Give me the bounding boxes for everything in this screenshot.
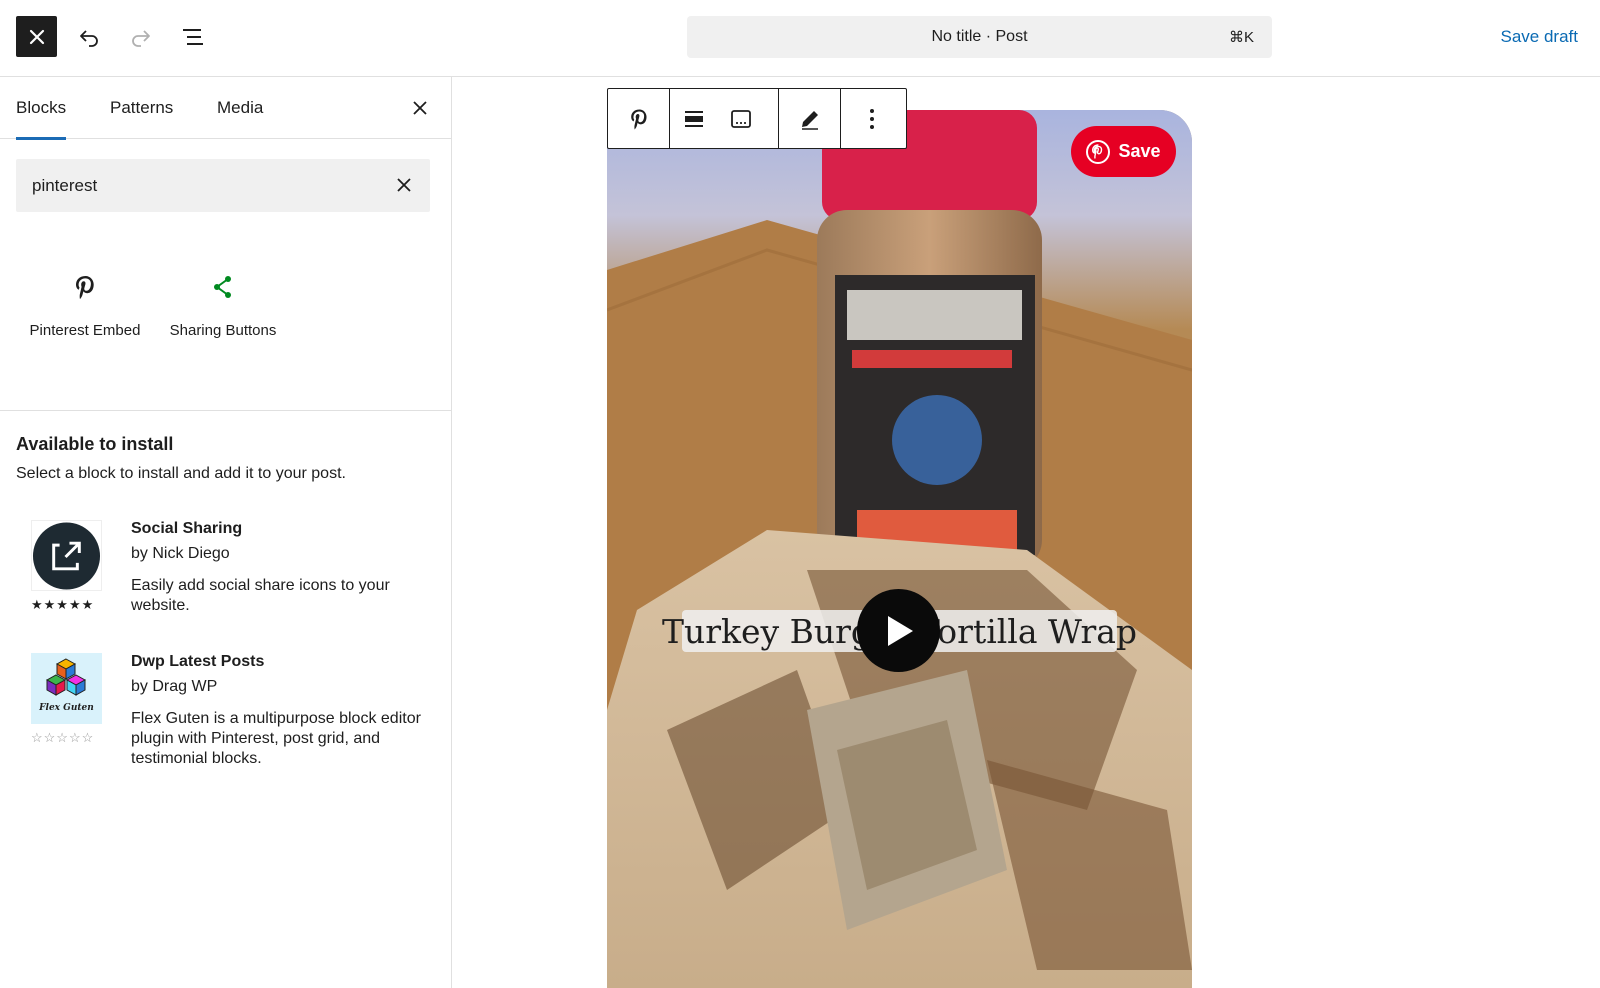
external-share-icon bbox=[32, 521, 101, 590]
plugin-name: Social Sharing bbox=[131, 520, 243, 537]
block-label: Sharing Buttons bbox=[169, 322, 277, 339]
plugin-name: Dwp Latest Posts bbox=[131, 653, 265, 670]
editor-header: No title · Post ⌘K Save draft bbox=[0, 0, 1600, 77]
tab-patterns[interactable]: Patterns bbox=[110, 77, 173, 139]
close-icon bbox=[29, 29, 44, 44]
caption-icon bbox=[730, 109, 751, 128]
document-title: No title · Post bbox=[931, 28, 1028, 45]
redo-icon bbox=[132, 30, 150, 47]
inserter-tabs: Blocks Patterns Media bbox=[0, 77, 451, 140]
pinterest-embed-block[interactable]: Save Turkey Burger Tortilla Wrap bbox=[607, 110, 1192, 988]
pinterest-save-label: Save bbox=[1118, 141, 1161, 161]
close-inserter-button[interactable] bbox=[16, 16, 57, 57]
share-icon bbox=[214, 276, 231, 298]
more-options-icon bbox=[870, 108, 874, 129]
undo-button[interactable] bbox=[69, 17, 109, 57]
edit-pencil-icon bbox=[801, 110, 818, 130]
options-group bbox=[841, 89, 903, 148]
pinterest-icon bbox=[630, 108, 647, 129]
plugin-thumbnail: Flex Guten bbox=[31, 653, 102, 724]
plugin-author: by Nick Diego bbox=[131, 545, 230, 562]
block-pinterest-embed[interactable]: Pinterest Embed bbox=[25, 272, 145, 340]
block-sharing-buttons[interactable]: Sharing Buttons bbox=[163, 272, 283, 340]
plugin-description: Flex Guten is a multipurpose block edito… bbox=[131, 710, 421, 767]
block-inserter-panel: Blocks Patterns Media Pinterest Embed Sh… bbox=[0, 77, 452, 988]
section-divider bbox=[0, 410, 451, 411]
close-icon[interactable] bbox=[409, 97, 431, 119]
align-button[interactable] bbox=[670, 89, 717, 148]
edit-url-button[interactable] bbox=[779, 89, 840, 148]
redo-button[interactable] bbox=[121, 17, 161, 57]
pinterest-icon bbox=[1086, 139, 1111, 164]
command-palette-bar[interactable]: No title · Post ⌘K bbox=[687, 16, 1272, 58]
more-options-button[interactable] bbox=[841, 89, 903, 148]
tab-media[interactable]: Media bbox=[217, 77, 263, 139]
plugin-social-sharing[interactable]: ★★★★★ Social Sharing by Nick Diego Easil… bbox=[31, 520, 431, 620]
rating-stars: ★★★★★ bbox=[31, 597, 95, 612]
plugin-thumbnail bbox=[31, 520, 102, 591]
play-icon bbox=[887, 615, 913, 646]
edit-group bbox=[779, 89, 841, 148]
flex-guten-cubes-icon bbox=[45, 658, 87, 696]
caption-button[interactable] bbox=[717, 89, 764, 148]
search-input[interactable] bbox=[32, 159, 372, 212]
save-draft-button[interactable]: Save draft bbox=[1501, 27, 1579, 47]
plugin-thumb-label: Flex Guten bbox=[39, 703, 94, 713]
block-search bbox=[16, 159, 430, 212]
pinterest-save-button[interactable]: Save bbox=[1071, 126, 1176, 177]
tab-blocks[interactable]: Blocks bbox=[16, 77, 67, 140]
undo-icon bbox=[80, 30, 98, 47]
block-label: Pinterest Embed bbox=[29, 322, 141, 339]
plugin-dwp-latest-posts[interactable]: Flex Guten ☆☆☆☆☆ Dwp Latest Posts by Dra… bbox=[31, 653, 431, 783]
list-view-icon bbox=[183, 29, 203, 45]
install-subtitle: Select a block to install and add it to … bbox=[16, 465, 346, 482]
shortcut-hint: ⌘K bbox=[1228, 29, 1254, 46]
play-button[interactable] bbox=[857, 589, 940, 672]
block-type-group bbox=[608, 89, 670, 148]
block-toolbar bbox=[607, 88, 907, 149]
clear-search-icon[interactable] bbox=[394, 175, 414, 195]
pinterest-icon bbox=[76, 276, 94, 299]
pin-video-thumbnail bbox=[607, 110, 1192, 988]
plugin-description: Easily add social share icons to your we… bbox=[131, 577, 390, 614]
align-icon bbox=[684, 110, 703, 127]
document-overview-button[interactable] bbox=[173, 17, 213, 57]
block-settings-group bbox=[670, 89, 779, 148]
rating-stars: ☆☆☆☆☆ bbox=[31, 730, 95, 745]
block-type-button[interactable] bbox=[608, 89, 669, 148]
plugin-author: by Drag WP bbox=[131, 678, 218, 695]
install-heading: Available to install bbox=[16, 434, 174, 454]
